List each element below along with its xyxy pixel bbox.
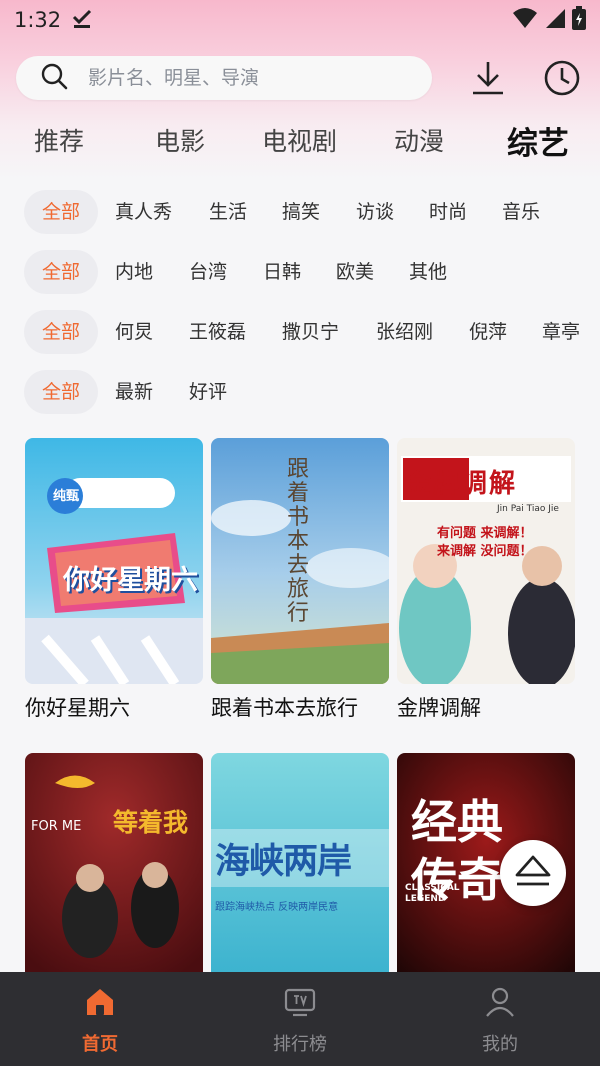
filter-chip[interactable]: 搞笑 (282, 190, 320, 234)
poster-sub-text: 纯甄 甄酸奶 (53, 489, 123, 504)
filter-chip[interactable]: 访谈 (356, 190, 394, 234)
filter-chip[interactable]: 真人秀 (115, 190, 172, 234)
filter-chip[interactable]: 章亭 (542, 310, 580, 354)
show-title[interactable]: 跟着书本去旅行 (211, 692, 389, 722)
tab-recommend[interactable]: 推荐 (34, 122, 84, 158)
poster-title-text: 等着我 (113, 808, 189, 837)
show-title[interactable]: 你好星期六 (25, 692, 203, 722)
user-icon (484, 986, 516, 1022)
filter-row-region: 全部 内地 台湾 日韩 欧美 其他 (24, 250, 600, 294)
filter-row-host: 全部 何炅 王筱磊 撒贝宁 张绍刚 倪萍 章亭 (24, 310, 600, 354)
show-card[interactable]: 纯甄 甄酸奶 你好星期六 你好星期六 (25, 438, 203, 722)
filter-chip-selected[interactable]: 全部 (24, 370, 98, 414)
poster-sub-text: CLASSICAL LEGEND (405, 883, 460, 904)
filter-chip-selected[interactable]: 全部 (24, 310, 98, 354)
filter-chip-selected[interactable]: 全部 (24, 190, 98, 234)
tab-variety[interactable]: 综艺 (507, 118, 569, 163)
search-input[interactable] (88, 67, 408, 89)
nav-label: 我的 (482, 1034, 518, 1055)
poster-slogan-1: 有问题 来调解！ (437, 526, 533, 541)
filter-chip[interactable]: 好评 (189, 370, 227, 414)
nav-label: 排行榜 (273, 1034, 327, 1055)
filter-chip[interactable]: 日韩 (263, 250, 301, 294)
show-card[interactable]: 等着我 FOR ME (25, 753, 203, 972)
nav-item-mine[interactable]: 我的 (400, 972, 600, 1066)
battery-icon (572, 5, 586, 35)
show-card[interactable]: 金牌调解 Jin Pai Tiao Jie 有问题 来调解！ 来调解 没问题！ … (397, 438, 575, 722)
poster-title-text: 你好星期六 (63, 565, 198, 596)
nav-item-home[interactable]: 首页 (0, 972, 200, 1066)
tab-movie[interactable]: 电影 (155, 122, 205, 158)
scroll-top-button[interactable] (500, 840, 566, 906)
search-icon (40, 62, 68, 94)
poster-sub-text: 跟踪海峡热点 反映两岸民意 (215, 902, 339, 913)
filter-chip[interactable]: 台湾 (189, 250, 227, 294)
bottom-nav: 首页 排行榜 我的 (0, 972, 600, 1066)
filter-chip[interactable]: 张绍刚 (376, 310, 433, 354)
show-poster[interactable]: 纯甄 甄酸奶 你好星期六 (25, 438, 203, 684)
filter-chip[interactable]: 王筱磊 (189, 310, 246, 354)
nav-label: 首页 (82, 1034, 118, 1055)
eject-icon (514, 854, 552, 892)
filter-chip[interactable]: 生活 (209, 190, 247, 234)
search-row (16, 56, 584, 100)
search-box[interactable] (16, 56, 432, 100)
wifi-icon (512, 7, 538, 34)
status-time: 1:32 (14, 8, 62, 32)
download-done-icon (71, 7, 93, 34)
show-card[interactable]: 海峡两岸 跟踪海峡热点 反映两岸民意 (211, 753, 389, 972)
show-card[interactable]: 跟着书本去旅行 跟着书本去旅行 (211, 438, 389, 722)
filter-chip[interactable]: 倪萍 (469, 310, 507, 354)
filter-chip[interactable]: 撒贝宁 (282, 310, 339, 354)
signal-icon (544, 7, 566, 34)
filter-chip[interactable]: 欧美 (336, 250, 374, 294)
filter-chip[interactable]: 时尚 (429, 190, 467, 234)
poster-sub-text: FOR ME (31, 819, 82, 834)
filter-chip[interactable]: 其他 (409, 250, 447, 294)
home-icon (84, 986, 116, 1022)
download-icon[interactable] (468, 58, 508, 98)
filter-chip[interactable]: 何炅 (115, 310, 153, 354)
tab-anime[interactable]: 动漫 (394, 122, 444, 158)
poster-slogan-2: 来调解 没问题！ (437, 544, 533, 559)
filter-chip[interactable]: 最新 (115, 370, 153, 414)
filter-chip-selected[interactable]: 全部 (24, 250, 98, 294)
tab-tv-series[interactable]: 电视剧 (262, 122, 337, 158)
tv-icon (284, 986, 316, 1022)
show-poster[interactable]: 跟着书本去旅行 (211, 438, 389, 684)
nav-item-ranking[interactable]: 排行榜 (200, 972, 400, 1066)
show-poster[interactable]: 海峡两岸 跟踪海峡热点 反映两岸民意 (211, 753, 389, 972)
category-tabs: 推荐 电影 电视剧 动漫 综艺 (0, 112, 600, 168)
poster-title-text: 海峡两岸 (215, 842, 352, 882)
filter-chip[interactable]: 内地 (115, 250, 153, 294)
show-poster[interactable]: 等着我 FOR ME (25, 753, 203, 972)
status-bar: 1:32 (0, 0, 600, 40)
filter-row-sort: 全部 最新 好评 (24, 370, 600, 414)
history-icon[interactable] (542, 58, 582, 98)
filter-row-type: 全部 真人秀 生活 搞笑 访谈 时尚 音乐 (24, 190, 600, 234)
poster-sub-text: Jin Pai Tiao Jie (497, 504, 559, 514)
poster-title-text: 跟着书本去旅行 (287, 457, 310, 626)
filter-chip[interactable]: 音乐 (502, 190, 540, 234)
show-poster[interactable]: 金牌调解 Jin Pai Tiao Jie 有问题 来调解！ 来调解 没问题！ (397, 438, 575, 684)
show-title[interactable]: 金牌调解 (397, 692, 575, 722)
poster-title-text: 金牌调解 (405, 469, 518, 499)
